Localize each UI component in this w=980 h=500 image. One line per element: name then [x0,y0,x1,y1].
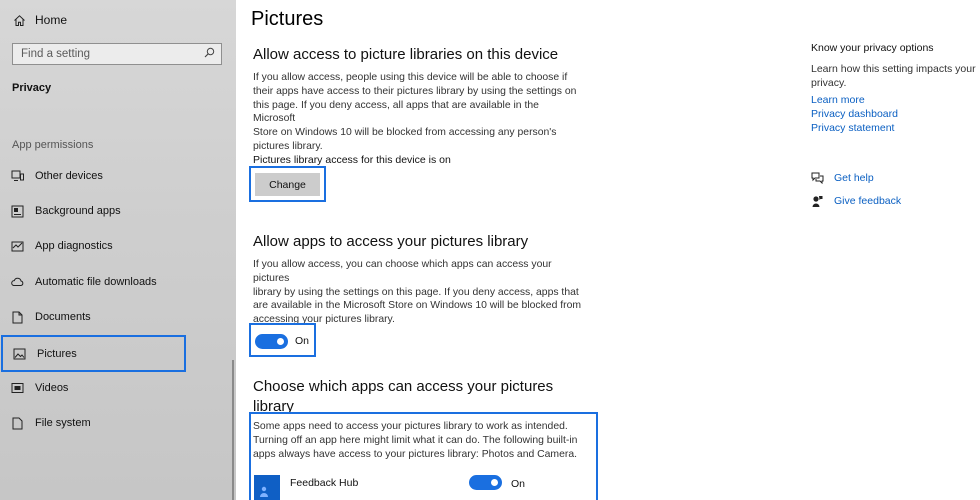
privacy-statement-link[interactable]: Privacy statement [811,122,894,134]
sidebar-scrollbar[interactable] [232,360,234,500]
description-line: pictures library. [253,140,323,152]
privacy-dashboard-link[interactable]: Privacy dashboard [811,108,898,120]
section-title: Privacy [12,82,52,94]
sidebar-item-videos[interactable]: Videos [10,376,230,400]
feedback-icon [811,195,824,208]
description-line: Store on Windows 10 will be blocked from… [253,127,557,139]
description-line: apps always have access to your pictures… [253,448,577,460]
toggle-knob [491,479,498,486]
sidebar-item-documents[interactable]: Documents [10,305,230,329]
description-line: their apps have access to their pictures… [253,85,577,97]
home-icon [12,13,26,27]
page-title: Pictures [251,8,324,30]
description-line: this page. If you deny access, all apps … [253,99,539,125]
section-heading-app-access: Allow apps to access your pictures libra… [253,233,529,250]
app-name-feedback-hub: Feedback Hub [290,477,359,489]
sidebar-item-label: App diagnostics [35,240,113,252]
feedback-hub-app-icon [254,475,280,500]
sidebar-item-label: Documents [35,311,91,323]
search-input[interactable]: Find a setting [12,43,222,65]
toggle-knob [277,338,284,345]
description-line: library by using the settings on this pa… [253,286,579,298]
diagnostics-icon [10,239,24,253]
description-line: If you allow access, people using this d… [253,72,568,83]
background-apps-icon [10,204,24,218]
document-icon [10,310,24,324]
sidebar-item-label: Pictures [37,347,77,360]
give-feedback-label: Give feedback [834,195,902,207]
learn-more-link[interactable]: Learn more [811,94,865,106]
heading-line: Choose which apps can access your pictur… [253,378,554,395]
sidebar-item-label: Automatic file downloads [35,276,157,288]
devices-icon [10,169,24,183]
file-icon [10,416,24,430]
sidebar-item-label: Videos [35,382,69,394]
search-icon [204,47,215,61]
section-heading-choose-apps: Choose which apps can access your pictur… [253,377,553,417]
sidebar-item-pictures[interactable]: Pictures [1,335,186,372]
get-help-label: Get help [834,172,874,184]
section-description-device-access: If you allow access, people using this d… [253,71,583,154]
app-access-toggle-highlight: On [249,323,316,357]
give-feedback-link[interactable]: Give feedback [811,194,901,208]
section-description-choose-apps: Some apps need to access your pictures l… [253,420,598,461]
sidebar-item-automatic-file-downloads[interactable]: Automatic file downloads [10,270,230,294]
device-access-status: Pictures library access for this device … [253,154,451,166]
sidebar-item-label: File system [35,417,91,429]
description-line: Some apps need to access your pictures l… [253,421,568,432]
video-icon [10,381,24,395]
app-access-toggle-label: On [295,335,310,347]
sidebar-item-label: Other devices [35,170,103,182]
home-nav-item[interactable]: Home [12,10,67,30]
feedback-hub-toggle[interactable] [469,475,502,490]
cloud-icon [10,275,24,289]
section-description-app-access: If you allow access, you can choose whic… [253,258,583,327]
sidebar-item-file-system[interactable]: File system [10,411,230,435]
app-access-toggle[interactable] [255,334,288,349]
sidebar-item-other-devices[interactable]: Other devices [10,164,230,188]
description-line: If you allow access, you can choose whic… [253,259,552,284]
change-button[interactable]: Change [255,173,320,196]
home-label: Home [35,13,68,27]
description-line: Turning off an app here might limit what… [253,434,578,446]
chat-help-icon [811,172,824,185]
picture-icon [12,347,26,361]
app-permissions-label: App permissions [12,139,94,151]
settings-window: Home Find a setting Privacy App permissi… [0,0,980,500]
sidebar-item-label: Background apps [35,205,121,217]
search-placeholder: Find a setting [21,48,91,60]
privacy-options-title: Know your privacy options [811,42,934,54]
change-button-highlight: Change [249,166,326,202]
get-help-link[interactable]: Get help [811,171,874,185]
description-line: are available in the Microsoft Store on … [253,300,582,312]
feedback-hub-toggle-label: On [511,478,526,490]
sidebar-item-background-apps[interactable]: Background apps [10,199,230,223]
privacy-options-description: Learn how this setting impacts your priv… [811,63,976,89]
section-heading-device-access: Allow access to picture libraries on thi… [253,46,559,63]
sidebar: Home Find a setting Privacy App permissi… [0,0,236,500]
sidebar-item-app-diagnostics[interactable]: App diagnostics [10,234,230,258]
